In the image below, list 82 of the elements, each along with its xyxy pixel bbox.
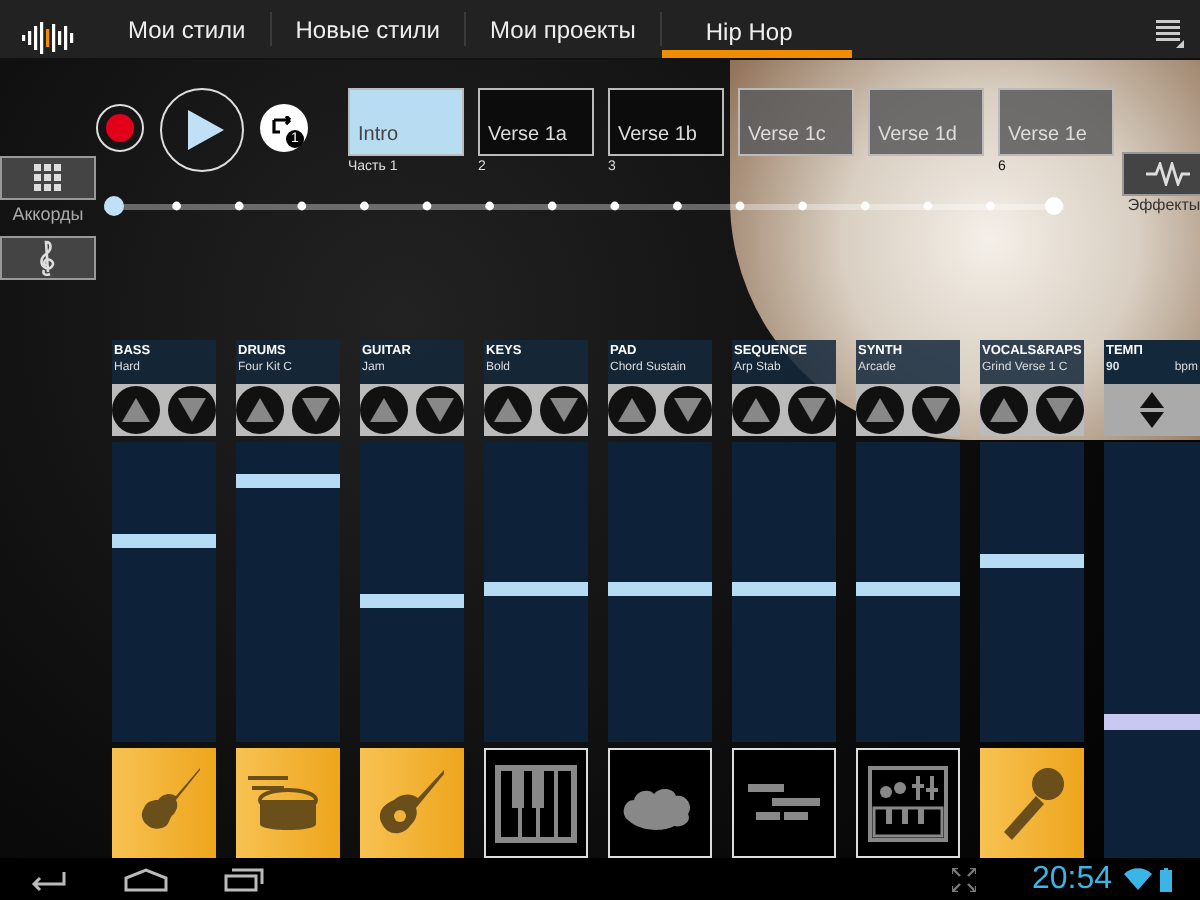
instrument-toggle[interactable] — [856, 748, 960, 858]
next-preset-button[interactable] — [1036, 386, 1084, 434]
instrument-toggle[interactable] — [112, 748, 216, 858]
next-preset-button[interactable] — [540, 386, 588, 434]
volume-fader[interactable] — [608, 442, 712, 742]
clock-time: 20:54 — [1031, 861, 1112, 897]
up-arrow-icon — [122, 398, 150, 422]
chords-label: Аккорды — [10, 204, 86, 224]
play-button[interactable] — [160, 88, 244, 172]
volume-fader[interactable] — [980, 442, 1084, 742]
volume-fader[interactable] — [112, 442, 216, 742]
down-arrow-icon — [798, 398, 826, 422]
next-preset-button[interactable] — [416, 386, 464, 434]
chords-button[interactable] — [0, 156, 96, 200]
instrument-toggle[interactable] — [360, 748, 464, 858]
part-button[interactable]: Intro — [348, 88, 464, 156]
tempo-stepper[interactable] — [1104, 384, 1200, 436]
recent-apps-icon[interactable] — [224, 867, 264, 891]
timeline-thumb[interactable] — [104, 196, 124, 216]
waveform-icon — [1146, 162, 1190, 186]
treble-clef-icon — [38, 240, 58, 276]
part-button[interactable]: Verse 1d — [868, 88, 984, 156]
up-arrow-icon — [990, 398, 1018, 422]
down-arrow-icon — [426, 398, 454, 422]
menu-icon[interactable] — [1156, 20, 1184, 48]
instrument-toggle[interactable] — [732, 748, 836, 858]
previous-preset-button[interactable] — [360, 386, 408, 434]
battery-icon — [1160, 867, 1172, 891]
part-button[interactable]: Verse 1c — [738, 88, 854, 156]
grid-icon — [34, 164, 62, 192]
timeline-slider[interactable] — [104, 196, 1064, 216]
down-arrow-icon — [178, 398, 206, 422]
next-preset-button[interactable] — [292, 386, 340, 434]
fullscreen-icon[interactable] — [951, 867, 976, 891]
back-icon[interactable] — [28, 867, 68, 891]
previous-preset-button[interactable] — [484, 386, 532, 434]
instrument-toggle[interactable] — [484, 748, 588, 858]
down-arrow-icon — [674, 398, 702, 422]
piano-icon — [492, 759, 580, 847]
record-button[interactable] — [96, 104, 144, 152]
volume-fader[interactable] — [856, 442, 960, 742]
volume-fader[interactable] — [732, 442, 836, 742]
previous-preset-button[interactable] — [856, 386, 904, 434]
effects-button[interactable] — [1122, 152, 1200, 196]
part-button[interactable]: Verse 1b — [608, 88, 724, 156]
home-icon[interactable] — [124, 867, 168, 891]
tempo-fader[interactable] — [1104, 442, 1200, 858]
up-arrow-icon — [246, 398, 274, 422]
previous-preset-button[interactable] — [608, 386, 656, 434]
previous-preset-button[interactable] — [112, 386, 160, 434]
play-icon — [188, 110, 224, 150]
instrument-toggle[interactable] — [236, 748, 340, 858]
tab[interactable]: Мои проекты — [466, 12, 662, 46]
up-down-arrows-icon — [1140, 392, 1164, 428]
next-preset-button[interactable] — [912, 386, 960, 434]
previous-preset-button[interactable] — [236, 386, 284, 434]
part-button[interactable]: Verse 1e — [998, 88, 1114, 156]
next-preset-button[interactable] — [664, 386, 712, 434]
previous-preset-button[interactable] — [732, 386, 780, 434]
volume-fader[interactable] — [236, 442, 340, 742]
volume-fader[interactable] — [360, 442, 464, 742]
up-arrow-icon — [866, 398, 894, 422]
down-arrow-icon — [1046, 398, 1074, 422]
tab[interactable]: Новые стили — [271, 12, 467, 46]
up-arrow-icon — [494, 398, 522, 422]
instrument-toggle[interactable] — [980, 748, 1084, 858]
up-arrow-icon — [370, 398, 398, 422]
down-arrow-icon — [302, 398, 330, 422]
down-arrow-icon — [922, 398, 950, 422]
up-arrow-icon — [742, 398, 770, 422]
effects-label: Эффекты — [1125, 196, 1200, 214]
next-preset-button[interactable] — [788, 386, 836, 434]
next-preset-button[interactable] — [168, 386, 216, 434]
up-arrow-icon — [618, 398, 646, 422]
volume-fader[interactable] — [484, 442, 588, 742]
instrument-toggle[interactable] — [608, 748, 712, 858]
clef-button[interactable] — [0, 236, 96, 280]
wifi-icon — [1124, 868, 1152, 890]
tab[interactable]: Мои стили — [104, 12, 272, 46]
down-arrow-icon — [550, 398, 578, 422]
part-button[interactable]: Verse 1a — [478, 88, 594, 156]
previous-preset-button[interactable] — [980, 386, 1028, 434]
